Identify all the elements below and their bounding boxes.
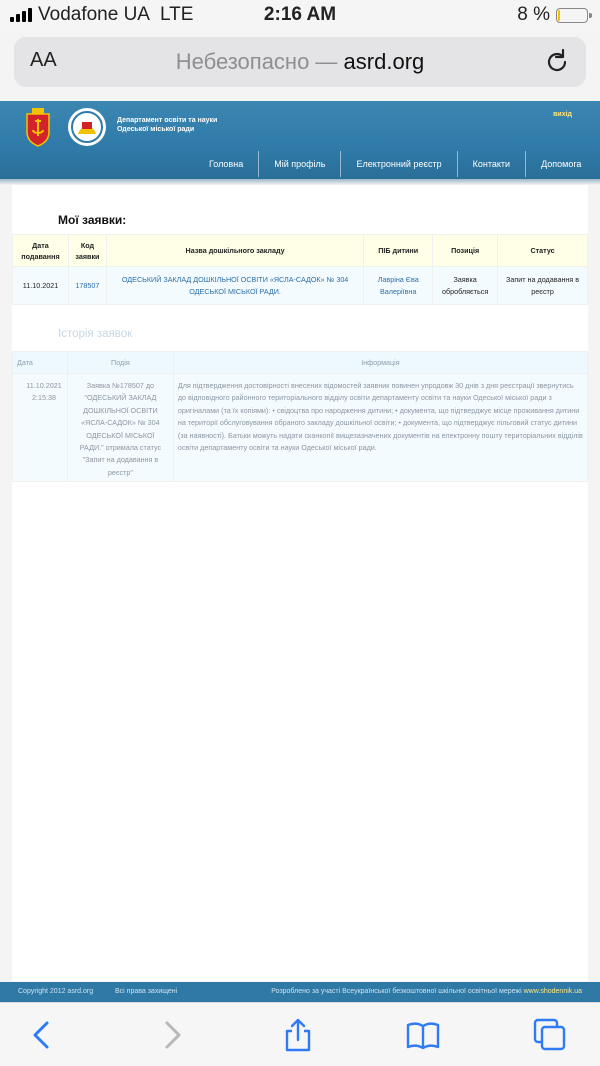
address-bar[interactable]: AA Небезопасно — asrd.org	[14, 37, 586, 87]
city-emblem-icon	[26, 108, 50, 147]
logout-link[interactable]: вихід	[553, 111, 572, 118]
battery-percent: 8 %	[517, 4, 550, 25]
footer-made-by: Розроблено за участі Всеукраїнської безк…	[271, 982, 582, 1002]
cell-hist-event: Заявка №178507 до "ОДЕСЬКИЙ ЗАКЛАД ДОШКІ…	[66, 373, 174, 482]
site-header: Департамент освіти та науки Одеської міс…	[0, 101, 600, 179]
footer-link[interactable]: www.shodennik.ua	[524, 988, 582, 995]
status-bar: Vodafone UA LTE 2:16 AM 8 %	[0, 0, 600, 30]
col-child: ПІБ дитини	[363, 234, 434, 267]
footer-rights: Всі права захищені	[115, 988, 178, 995]
bookmarks-icon[interactable]	[405, 1017, 441, 1053]
footer-made-by-text: Розроблено за участі Всеукраїнської безк…	[271, 988, 522, 995]
nav-contacts[interactable]: Контакти	[456, 151, 525, 177]
table-row: 11.10.2021 178507 ОДЕСЬКИЙ ЗАКЛАД ДОШКІЛ…	[12, 266, 588, 305]
site-footer: Copyright 2012 asrd.org Всі права захище…	[0, 982, 600, 1002]
cell-code-link[interactable]: 178507	[67, 266, 107, 305]
history-title: Історія заявок	[58, 328, 133, 340]
footer-copyright: Copyright 2012 asrd.org	[18, 988, 94, 995]
history-header-row: Дата Подія Інформація	[12, 351, 589, 374]
status-right: 8 %	[517, 4, 592, 26]
cell-date: 11.10.2021	[12, 266, 69, 305]
applications-header-row: Дата подавання Код заявки Назва дошкільн…	[12, 234, 588, 267]
col-status: Статус	[497, 234, 588, 267]
col-institution: Назва дошкільного закладу	[105, 234, 365, 267]
col-position: Позиція	[432, 234, 499, 267]
nav-profile[interactable]: Мій профіль	[258, 151, 340, 177]
tabs-icon[interactable]	[532, 1017, 568, 1053]
cell-hist-info: Для підтвердження достовірності внесених…	[172, 373, 589, 482]
back-icon[interactable]	[24, 1017, 60, 1053]
url-domain: asrd.org	[343, 49, 425, 74]
cell-hist-datetime: 11.10.2021 2:15:38	[12, 373, 68, 482]
insecure-label: Небезопасно —	[175, 49, 338, 74]
nav-home[interactable]: Головна	[194, 151, 258, 177]
department-name: Департамент освіти та науки Одеської міс…	[117, 117, 218, 133]
col-hist-event: Подія	[66, 351, 174, 374]
nav-registry[interactable]: Електронний реєстр	[340, 151, 456, 177]
applications-table: Дата подавання Код заявки Назва дошкільн…	[12, 234, 588, 305]
cell-position: Заявка обробляється	[432, 266, 499, 305]
forward-icon[interactable]	[154, 1017, 190, 1053]
url-field[interactable]: Небезопасно — asrd.org	[14, 49, 586, 75]
main-content: Мої заявки: Дата подавання Код заявки На…	[12, 185, 589, 981]
col-date: Дата подавання	[12, 234, 69, 267]
col-hist-date: Дата	[12, 351, 68, 374]
col-hist-info: Інформація	[172, 351, 589, 374]
share-icon[interactable]	[280, 1017, 316, 1053]
main-nav: Головна Мій профіль Електронний реєстр К…	[194, 151, 596, 177]
col-code: Код заявки	[67, 234, 107, 267]
cell-institution-link[interactable]: ОДЕСЬКИЙ ЗАКЛАД ДОШКІЛЬНОЇ ОСВІТИ «ЯСЛА-…	[105, 266, 365, 305]
reload-icon[interactable]	[542, 47, 572, 77]
battery-icon	[556, 7, 592, 23]
battery-level	[558, 9, 560, 21]
cell-child-link[interactable]: Лавріна Єва Валеріївна	[363, 266, 434, 305]
clock: 2:16 AM	[263, 4, 337, 25]
browser-toolbar	[0, 1002, 600, 1066]
applications-title: Мої заявки:	[58, 213, 127, 227]
department-logo-icon	[68, 108, 106, 146]
table-row: 11.10.2021 2:15:38 Заявка №178507 до "ОД…	[12, 373, 589, 482]
nav-help[interactable]: Допомога	[525, 151, 596, 177]
history-table: Дата Подія Інформація 11.10.2021 2:15:38…	[12, 351, 589, 482]
cell-status: Запит на додавання в реєстр	[497, 266, 588, 305]
